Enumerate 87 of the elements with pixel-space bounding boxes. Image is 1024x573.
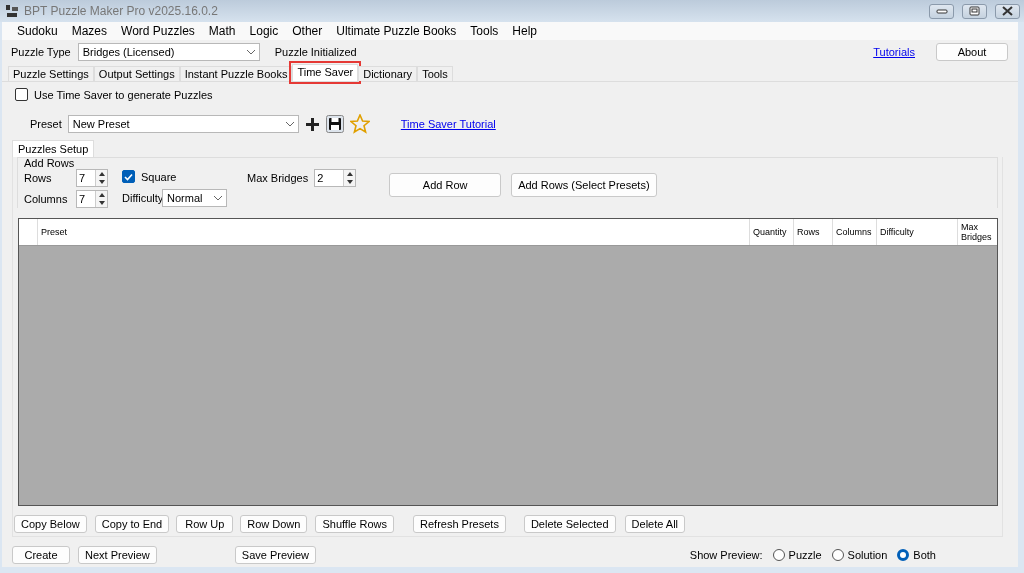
field-label: Columns xyxy=(24,193,69,205)
menu-item[interactable]: Logic xyxy=(242,24,286,38)
checkbox[interactable] xyxy=(122,170,135,184)
field-label: Difficulty xyxy=(122,191,162,204)
menu-item[interactable]: Tools xyxy=(463,24,506,38)
star-icon xyxy=(349,114,370,134)
field-label: Rows xyxy=(24,172,53,184)
add-row-button[interactable]: Add Rows (Select Presets) xyxy=(511,173,657,197)
maximize-icon xyxy=(969,6,980,16)
radio-button[interactable] xyxy=(772,549,785,561)
radio-button[interactable] xyxy=(831,549,844,561)
tab[interactable]: Tools xyxy=(417,66,453,81)
checkbox[interactable] xyxy=(15,88,28,101)
row-action-button[interactable]: Shuffle Rows xyxy=(315,515,395,533)
down-arrow-icon xyxy=(98,180,105,184)
row-action-button[interactable]: Row Up xyxy=(176,515,234,533)
caret-icon xyxy=(213,193,223,202)
checkbox-label: Square xyxy=(141,170,177,183)
field-label: Preset xyxy=(30,118,62,130)
plus-icon xyxy=(304,116,320,132)
up-arrow-icon xyxy=(98,172,105,176)
down-arrow-icon xyxy=(98,201,105,205)
menu-item[interactable]: Help xyxy=(505,24,544,38)
tab[interactable]: Output Settings xyxy=(93,66,180,81)
tab[interactable]: Instant Puzzle Books xyxy=(179,66,293,81)
field-label: Max Bridges xyxy=(247,172,309,184)
radio-button[interactable] xyxy=(897,549,910,561)
up-arrow-icon xyxy=(346,172,353,176)
save-icon xyxy=(325,115,344,133)
down-arrow-icon xyxy=(346,180,353,184)
caret-icon xyxy=(245,48,256,56)
column-header[interactable]: Quantity xyxy=(749,219,793,245)
action-button[interactable]: Next Preview xyxy=(78,546,157,564)
row-action-button[interactable]: Copy to End xyxy=(94,515,170,533)
action-button[interactable]: Create xyxy=(12,546,70,564)
number-field[interactable]: 2 xyxy=(314,169,357,187)
spin-button[interactable] xyxy=(343,170,356,186)
caret-icon xyxy=(284,120,295,128)
puzzle-type-dropdown[interactable]: Bridges (Licensed) xyxy=(77,43,260,61)
difficulty-dropdown[interactable]: Normal xyxy=(162,188,227,207)
number-field[interactable]: 7 xyxy=(76,190,108,208)
column-header[interactable]: Rows xyxy=(793,219,832,245)
check-icon xyxy=(123,171,134,182)
row-action-button[interactable]: Row Down xyxy=(240,515,308,533)
column-header[interactable]: Preset xyxy=(37,219,749,245)
add-row-button[interactable]: Add Row xyxy=(389,173,502,197)
menu-item[interactable]: Other xyxy=(285,24,330,38)
about-button[interactable]: About xyxy=(936,43,1008,61)
field-label: Show Preview: xyxy=(689,549,763,561)
spin-button[interactable] xyxy=(95,170,107,186)
field-label: Puzzle Type xyxy=(11,46,71,58)
tutorials-link[interactable]: Tutorials xyxy=(873,46,915,58)
group-title: Add Rows xyxy=(24,157,76,169)
maximize-button[interactable] xyxy=(962,3,987,19)
column-header[interactable]: Difficulty xyxy=(876,219,957,245)
menu-item[interactable]: Mazes xyxy=(64,24,115,38)
menu-item[interactable]: Sudoku xyxy=(10,24,65,38)
checkbox-label: Use Time Saver to generate Puzzles xyxy=(34,88,213,101)
row-action-button[interactable]: Copy Below xyxy=(14,515,87,533)
row-action-button[interactable]: Delete All xyxy=(624,515,686,533)
row-action-button[interactable]: Refresh Presets xyxy=(413,515,506,533)
minimize-button[interactable] xyxy=(929,3,954,19)
window-title: BPT Puzzle Maker Pro v2025.16.0.2 xyxy=(24,4,219,18)
spin-button[interactable] xyxy=(95,191,107,207)
tab[interactable]: Dictionary xyxy=(358,66,418,81)
up-arrow-icon xyxy=(98,193,105,197)
menu-item[interactable]: Math xyxy=(201,24,243,38)
number-field[interactable]: 7 xyxy=(76,169,108,187)
tab[interactable]: Puzzles Setup xyxy=(12,140,95,157)
column-header[interactable]: Max Bridges xyxy=(957,219,997,245)
menu-item[interactable]: Ultimate Puzzle Books xyxy=(329,24,464,38)
preset-dropdown[interactable]: New Preset xyxy=(67,115,299,133)
close-button[interactable] xyxy=(995,3,1020,19)
close-icon xyxy=(1002,6,1013,16)
radio-label: Solution xyxy=(847,549,888,561)
action-button[interactable]: Save Preview xyxy=(234,546,317,564)
tab[interactable]: Puzzle Settings xyxy=(8,66,94,81)
app-logo-icon xyxy=(5,4,19,18)
minimize-icon xyxy=(935,7,948,15)
row-action-button[interactable]: Delete Selected xyxy=(523,515,616,533)
column-header[interactable]: Columns xyxy=(832,219,876,245)
tab[interactable]: Time Saver xyxy=(292,64,359,81)
tutorial-link[interactable]: Time Saver Tutorial xyxy=(400,118,496,130)
radio-label: Puzzle xyxy=(788,549,822,561)
status-text: Puzzle Initialized xyxy=(274,46,357,58)
radio-label: Both xyxy=(913,549,936,561)
menu-item[interactable]: Word Puzzles xyxy=(114,24,202,38)
